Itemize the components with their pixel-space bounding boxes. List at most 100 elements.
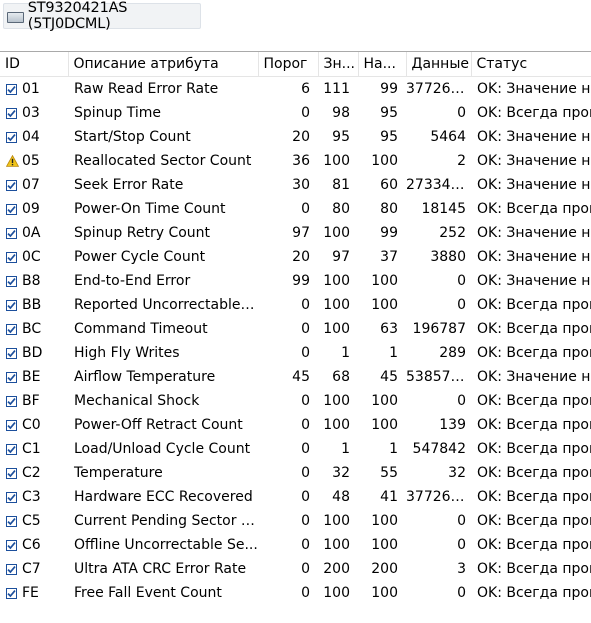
- checkbox-checked-icon[interactable]: [6, 179, 17, 191]
- table-row[interactable]: C7 Ultra ATA CRC Error Rate 0 200 200 3 OK: Вс…: [0, 557, 591, 581]
- attribute-value: 100: [323, 585, 350, 601]
- checkbox-checked-icon[interactable]: [6, 299, 17, 311]
- attribute-raw-data: 0: [457, 585, 466, 601]
- attribute-worst: 100: [371, 153, 398, 169]
- attribute-raw-data: 0: [457, 297, 466, 313]
- attribute-value: 68: [332, 369, 350, 385]
- attribute-raw-data: 196787: [412, 321, 466, 337]
- attribute-description: Temperature: [74, 465, 163, 481]
- id-cell: BC: [0, 317, 68, 341]
- id-cell: C2: [0, 461, 68, 485]
- attribute-id: C6: [22, 537, 41, 553]
- table-header-row: ID Описание атрибута Порог Зн... На... Д…: [0, 52, 591, 77]
- table-row[interactable]: 03 Spinup Time 0 98 95 0 OK: Всегда прой: [0, 101, 591, 125]
- table-row[interactable]: 0A Spinup Retry Count 97 100 99 252 OK: Значен…: [0, 221, 591, 245]
- attribute-worst: 200: [371, 561, 398, 577]
- table-row[interactable]: C6 Offline Uncorrectable Se... 0 100 100 0 OK:…: [0, 533, 591, 557]
- checkbox-checked-icon[interactable]: [6, 227, 17, 239]
- table-row[interactable]: 01 Raw Read Error Rate 6 111 99 377263... OK: …: [0, 77, 591, 102]
- attribute-description: High Fly Writes: [74, 345, 180, 361]
- table-row[interactable]: BB Reported Uncorrectable ... 0 100 100 0 OK: …: [0, 293, 591, 317]
- table-row[interactable]: BC Command Timeout 0 100 63 196787 OK: Всегда …: [0, 317, 591, 341]
- attribute-status: OK: Значение но: [477, 225, 591, 241]
- attribute-status: OK: Всегда прой: [477, 345, 591, 361]
- attribute-threshold: 99: [292, 273, 310, 289]
- column-header-description[interactable]: Описание атрибута: [68, 52, 259, 77]
- table-row[interactable]: 09 Power-On Time Count 0 80 80 18145 OK: Всегд…: [0, 197, 591, 221]
- checkbox-checked-icon[interactable]: [6, 587, 17, 599]
- attribute-worst: 100: [371, 537, 398, 553]
- attribute-description: Load/Unload Cycle Count: [74, 441, 251, 457]
- table-row[interactable]: B8 End-to-End Error 99 100 100 0 OK: Значение …: [0, 269, 591, 293]
- attribute-id: 07: [22, 177, 40, 193]
- divider: [0, 51, 591, 52]
- checkbox-checked-icon[interactable]: [6, 491, 17, 503]
- table-row[interactable]: C5 Current Pending Sector C... 0 100 100 0 OK:…: [0, 509, 591, 533]
- checkbox-checked-icon[interactable]: [6, 347, 17, 359]
- id-cell: C3: [0, 485, 68, 509]
- table-row[interactable]: BE Airflow Temperature 45 68 45 538574... OK: …: [0, 365, 591, 389]
- checkbox-checked-icon[interactable]: [6, 443, 17, 455]
- attribute-worst: 100: [371, 393, 398, 409]
- column-header-threshold[interactable]: Порог: [258, 52, 319, 77]
- checkbox-checked-icon[interactable]: [6, 371, 17, 383]
- drive-selector-button[interactable]: ST9320421AS (5TJ0DCML): [3, 0, 201, 32]
- attribute-description: Free Fall Event Count: [74, 585, 222, 601]
- table-row[interactable]: BF Mechanical Shock 0 100 100 0 OK: Всегда про…: [0, 389, 591, 413]
- checkbox-checked-icon[interactable]: [6, 203, 17, 215]
- attribute-value: 100: [323, 321, 350, 337]
- attribute-id: 09: [22, 201, 40, 217]
- attribute-raw-data: 547842: [412, 441, 466, 457]
- attribute-value: 111: [323, 81, 350, 97]
- attribute-value: 200: [323, 561, 350, 577]
- attribute-description: Spinup Time: [74, 105, 162, 121]
- attribute-raw-data: 0: [457, 513, 466, 529]
- id-cell: 0A: [0, 221, 68, 245]
- checkbox-checked-icon[interactable]: [6, 131, 17, 143]
- table-row[interactable]: 07 Seek Error Rate 30 81 60 273348... OK: Знач…: [0, 173, 591, 197]
- table-row[interactable]: BD High Fly Writes 0 1 1 289 OK: Всегда прой: [0, 341, 591, 365]
- attribute-worst: 1: [389, 345, 398, 361]
- checkbox-checked-icon[interactable]: [6, 515, 17, 527]
- table-row[interactable]: 05 Reallocated Sector Count 36 100 100 2 OK: З…: [0, 149, 591, 173]
- checkbox-checked-icon[interactable]: [6, 275, 17, 287]
- column-header-worst[interactable]: На...: [358, 52, 407, 77]
- checkbox-checked-icon[interactable]: [6, 419, 17, 431]
- attribute-worst: 100: [371, 585, 398, 601]
- attribute-raw-data: 252: [439, 225, 466, 241]
- table-row[interactable]: C1 Load/Unload Cycle Count 0 1 1 547842 OK: Вс…: [0, 437, 591, 461]
- attribute-status: OK: Значение но: [477, 81, 591, 97]
- id-cell: BE: [0, 365, 68, 389]
- table-row[interactable]: FE Free Fall Event Count 0 100 100 0 OK: Всегд…: [0, 581, 591, 605]
- checkbox-checked-icon[interactable]: [6, 323, 17, 335]
- table-row[interactable]: C3 Hardware ECC Recovered 0 48 41 377263... OK…: [0, 485, 591, 509]
- checkbox-checked-icon[interactable]: [6, 563, 17, 575]
- column-header-value[interactable]: Зн...: [318, 52, 359, 77]
- attribute-raw-data: 3: [457, 561, 466, 577]
- id-cell: BB: [0, 293, 68, 317]
- checkbox-checked-icon[interactable]: [6, 395, 17, 407]
- table-row[interactable]: 0C Power Cycle Count 20 97 37 3880 OK: Значени…: [0, 245, 591, 269]
- attribute-description: Command Timeout: [74, 321, 208, 337]
- table-row[interactable]: C2 Temperature 0 32 55 32 OK: Всегда прой: [0, 461, 591, 485]
- table-row[interactable]: C0 Power-Off Retract Count 0 100 100 139 OK: В…: [0, 413, 591, 437]
- attribute-description: Hardware ECC Recovered: [74, 489, 253, 505]
- attribute-status: OK: Значение но: [477, 249, 591, 265]
- table-row[interactable]: 04 Start/Stop Count 20 95 95 5464 OK: Значение…: [0, 125, 591, 149]
- attribute-value: 80: [332, 201, 350, 217]
- column-header-id[interactable]: ID: [0, 52, 69, 77]
- column-header-status[interactable]: Статус: [471, 52, 591, 77]
- checkbox-checked-icon[interactable]: [6, 539, 17, 551]
- column-header-data[interactable]: Данные: [406, 52, 472, 77]
- attribute-value: 100: [323, 297, 350, 313]
- id-cell: 05: [0, 149, 68, 173]
- attribute-threshold: 36: [292, 153, 310, 169]
- attribute-status: OK: Всегда прой: [477, 513, 591, 529]
- attribute-id: C2: [22, 465, 41, 481]
- attribute-id: C1: [22, 441, 41, 457]
- checkbox-checked-icon[interactable]: [6, 107, 17, 119]
- checkbox-checked-icon[interactable]: [6, 467, 17, 479]
- checkbox-checked-icon[interactable]: [6, 251, 17, 263]
- attribute-worst: 45: [380, 369, 398, 385]
- checkbox-checked-icon[interactable]: [6, 83, 17, 95]
